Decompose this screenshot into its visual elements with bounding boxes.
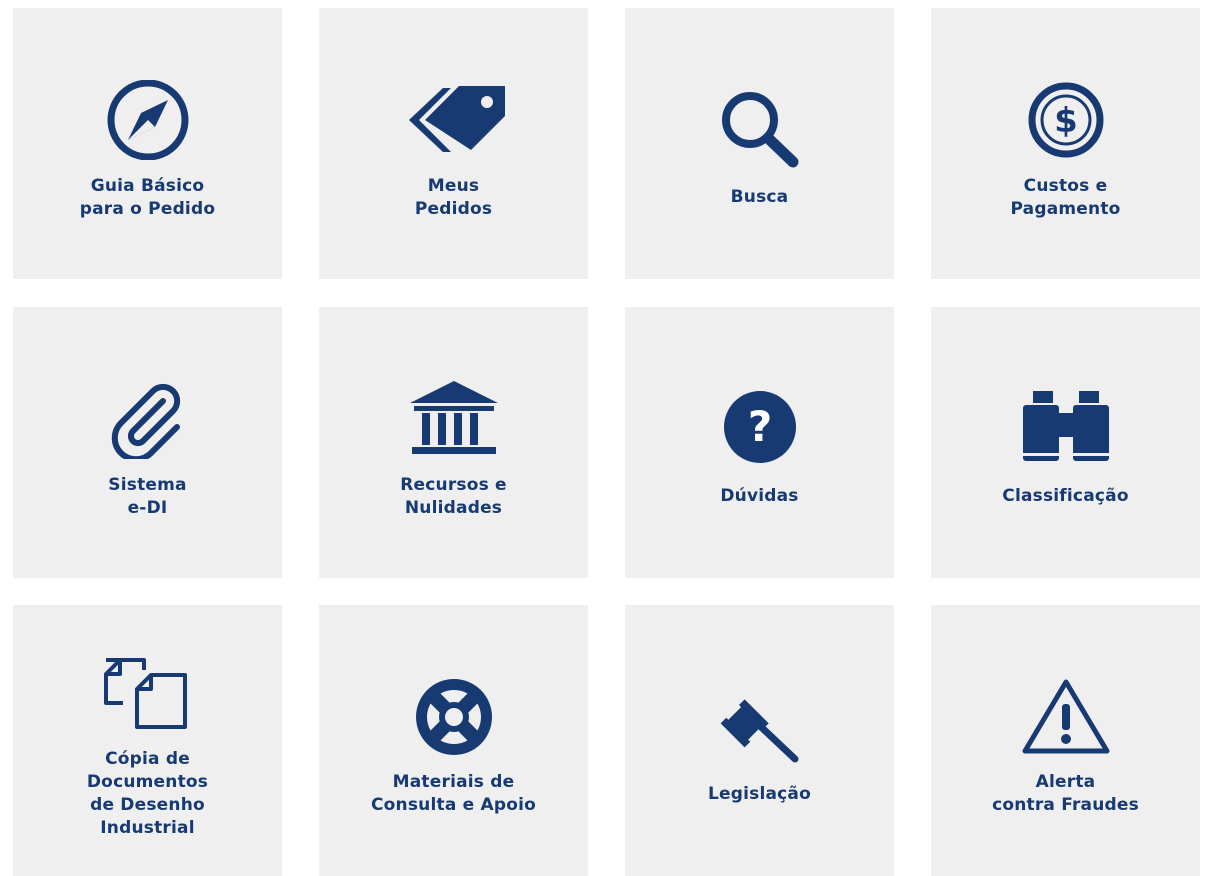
tile-label: Busca	[730, 187, 789, 207]
svg-text:$: $	[1054, 101, 1078, 141]
tile-label: Alerta contra Fraudes	[992, 772, 1139, 815]
tile-copia-documentos[interactable]: Cópia de Documentos de Desenho Industria…	[13, 605, 282, 876]
tile-label: Sistema e-DI	[108, 475, 187, 518]
life-ring-icon	[319, 677, 588, 757]
tile-label: Materiais de Consulta e Apoio	[371, 772, 536, 815]
binoculars-icon	[931, 389, 1200, 469]
institution-icon	[319, 379, 588, 457]
tile-busca[interactable]: Busca	[625, 8, 894, 279]
warning-triangle-icon	[931, 677, 1200, 755]
question-circle-icon: ?	[625, 389, 894, 469]
gavel-icon	[625, 685, 894, 765]
tile-label: Meus Pedidos	[414, 176, 493, 219]
tile-duvidas[interactable]: ? Dúvidas	[625, 307, 894, 578]
compass-icon	[13, 80, 282, 160]
tile-label: Legislação	[707, 784, 811, 804]
tile-label: Classificação	[1002, 486, 1129, 506]
tile-materiais[interactable]: Materiais de Consulta e Apoio	[319, 605, 588, 876]
tile-label: Cópia de Documentos de Desenho Industria…	[86, 749, 209, 838]
tile-legislacao[interactable]: Legislação	[625, 605, 894, 876]
tile-custos[interactable]: $ Custos e Pagamento	[931, 8, 1200, 279]
tile-label: Dúvidas	[720, 486, 799, 506]
tile-guia-basico[interactable]: Guia Básico para o Pedido	[13, 8, 282, 279]
tile-label: Recursos e Nulidades	[400, 475, 507, 518]
documents-copy-icon	[13, 655, 282, 735]
dollar-circle-icon: $	[931, 82, 1200, 162]
tile-label: Custos e Pagamento	[1010, 176, 1121, 219]
tags-icon	[319, 80, 588, 160]
tile-classificacao[interactable]: Classificação	[931, 307, 1200, 578]
tile-sistema-edi[interactable]: Sistema e-DI	[13, 307, 282, 578]
tile-meus-pedidos[interactable]: Meus Pedidos	[319, 8, 588, 279]
tile-recursos[interactable]: Recursos e Nulidades	[319, 307, 588, 578]
tile-alerta-fraudes[interactable]: Alerta contra Fraudes	[931, 605, 1200, 876]
paperclip-icon	[13, 377, 282, 459]
svg-text:?: ?	[747, 402, 771, 451]
search-icon	[625, 90, 894, 170]
tile-label: Guia Básico para o Pedido	[79, 176, 216, 219]
